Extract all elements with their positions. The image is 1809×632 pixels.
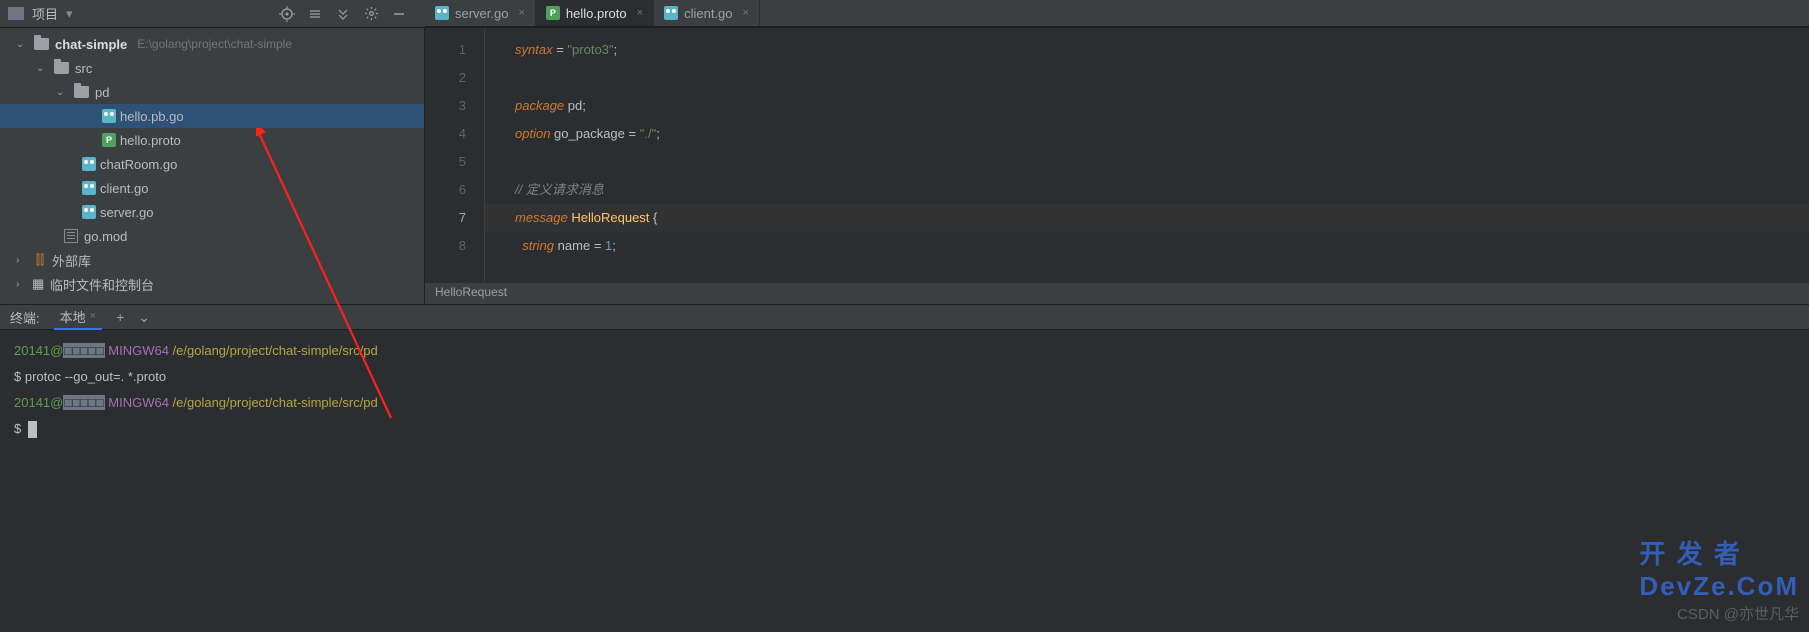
file-tree: ⌄ chat-simple E:\golang\project\chat-simpl… bbox=[0, 28, 424, 300]
tree-item-label: hello.pb.go bbox=[120, 109, 184, 124]
tree-file-hello-pb-go[interactable]: hello.pb.go bbox=[0, 104, 424, 128]
code-content[interactable]: syntax = "proto3";package pd;option go_p… bbox=[485, 28, 1809, 282]
chevron-icon[interactable]: ⌄ bbox=[36, 63, 48, 74]
terminal-tab-label: 本地 bbox=[60, 307, 86, 326]
file-icon: ▦ bbox=[32, 276, 46, 292]
tree-item-path: E:\golang\project\chat-simple bbox=[137, 37, 292, 51]
go-file-icon bbox=[82, 157, 96, 171]
proto-file-icon: P bbox=[546, 6, 560, 20]
tree-external-libs[interactable]: › ⫿⫿外部库 bbox=[0, 248, 424, 272]
tree-item-label: 外部库 bbox=[52, 251, 91, 270]
terminal-line: 20141@□□□□□ MINGW64 /e/golang/project/ch… bbox=[14, 338, 1795, 364]
go-file-icon bbox=[435, 6, 449, 20]
folder-icon bbox=[74, 86, 89, 98]
terminal-tab-local[interactable]: 本地 × bbox=[54, 305, 102, 330]
chevron-icon[interactable]: ⌄ bbox=[56, 87, 68, 98]
line-gutter: 12345678 bbox=[425, 28, 485, 282]
file-icon bbox=[64, 229, 78, 243]
tree-file-chatRoom-go[interactable]: chatRoom.go bbox=[0, 152, 424, 176]
proto-file-icon: P bbox=[102, 133, 116, 147]
project-dropdown-icon[interactable]: ▾ bbox=[66, 6, 73, 22]
expand-icon[interactable] bbox=[307, 6, 323, 22]
editor-pane: 12345678 syntax = "proto3";package pd;op… bbox=[425, 28, 1809, 304]
main-area: ⌄ chat-simple E:\golang\project\chat-simpl… bbox=[0, 28, 1809, 304]
tree-item-label: client.go bbox=[100, 181, 148, 196]
top-toolbar: 项目 ▾ server.go × Phello.proto × client.go × bbox=[0, 0, 1809, 28]
tree-file-go-mod[interactable]: go.mod bbox=[0, 224, 424, 248]
collapse-icon[interactable] bbox=[335, 6, 351, 22]
close-icon[interactable]: × bbox=[743, 7, 749, 19]
go-file-icon bbox=[102, 109, 116, 123]
tab-label: hello.proto bbox=[566, 6, 627, 21]
project-toolbar-left: 项目 ▾ bbox=[0, 4, 425, 23]
editor-tab-hello-proto[interactable]: Phello.proto × bbox=[536, 0, 654, 26]
terminal-dropdown-icon[interactable]: ⌄ bbox=[138, 309, 150, 326]
terminal-label: 终端: bbox=[10, 308, 40, 327]
gear-icon[interactable] bbox=[363, 6, 379, 22]
folder-icon bbox=[34, 38, 49, 50]
breadcrumb[interactable]: HelloRequest bbox=[425, 282, 1809, 304]
terminal-line: $ bbox=[14, 416, 1795, 442]
tree-item-label: chat-simple bbox=[55, 37, 127, 52]
project-label[interactable]: 项目 bbox=[32, 4, 58, 23]
tree-file-client-go[interactable]: client.go bbox=[0, 176, 424, 200]
tree-item-label: chatRoom.go bbox=[100, 157, 177, 172]
tree-folder-pd[interactable]: ⌄ pd bbox=[0, 80, 424, 104]
close-icon[interactable]: × bbox=[518, 7, 524, 19]
terminal-new-tab-button[interactable]: + bbox=[116, 309, 124, 325]
editor-tab-client-go[interactable]: client.go × bbox=[654, 0, 760, 26]
tree-item-label: pd bbox=[95, 85, 109, 100]
tab-label: server.go bbox=[455, 6, 508, 21]
tree-item-label: go.mod bbox=[84, 229, 127, 244]
editor-tabs: server.go × Phello.proto × client.go × bbox=[425, 0, 1809, 27]
chevron-icon[interactable]: › bbox=[16, 255, 28, 266]
tree-root[interactable]: ⌄ chat-simple E:\golang\project\chat-simpl… bbox=[0, 32, 424, 56]
editor-tab-server-go[interactable]: server.go × bbox=[425, 0, 536, 26]
library-icon: ⫿⫿ bbox=[32, 252, 48, 268]
chevron-icon[interactable]: ⌄ bbox=[16, 39, 28, 50]
go-file-icon bbox=[664, 6, 678, 20]
project-sidebar: ⌄ chat-simple E:\golang\project\chat-simpl… bbox=[0, 28, 425, 304]
tree-file-hello-proto[interactable]: Phello.proto bbox=[0, 128, 424, 152]
close-icon[interactable]: × bbox=[90, 310, 96, 322]
tree-file-server-go[interactable]: server.go bbox=[0, 200, 424, 224]
tab-label: client.go bbox=[684, 6, 732, 21]
tree-folder-src[interactable]: ⌄ src bbox=[0, 56, 424, 80]
tree-item-label: 临时文件和控制台 bbox=[50, 275, 154, 294]
tree-item-label: server.go bbox=[100, 205, 153, 220]
toolbar-icons bbox=[279, 6, 417, 22]
terminal-body[interactable]: 20141@□□□□□ MINGW64 /e/golang/project/ch… bbox=[0, 330, 1809, 610]
go-file-icon bbox=[82, 205, 96, 219]
folder-icon bbox=[54, 62, 69, 74]
go-file-icon bbox=[82, 181, 96, 195]
tree-scratch[interactable]: › ▦临时文件和控制台 bbox=[0, 272, 424, 296]
minimize-icon[interactable] bbox=[391, 6, 407, 22]
tree-item-label: hello.proto bbox=[120, 133, 181, 148]
close-icon[interactable]: × bbox=[637, 7, 643, 19]
code-area[interactable]: 12345678 syntax = "proto3";package pd;op… bbox=[425, 28, 1809, 282]
chevron-icon[interactable]: › bbox=[16, 279, 28, 290]
terminal-line: $ protoc --go_out=. *.proto bbox=[14, 364, 1795, 390]
terminal-line: 20141@□□□□□ MINGW64 /e/golang/project/ch… bbox=[14, 390, 1795, 416]
target-icon[interactable] bbox=[279, 6, 295, 22]
project-folder-icon bbox=[8, 7, 24, 20]
terminal-header: 终端: 本地 × + ⌄ bbox=[0, 304, 1809, 330]
tree-item-label: src bbox=[75, 61, 92, 76]
